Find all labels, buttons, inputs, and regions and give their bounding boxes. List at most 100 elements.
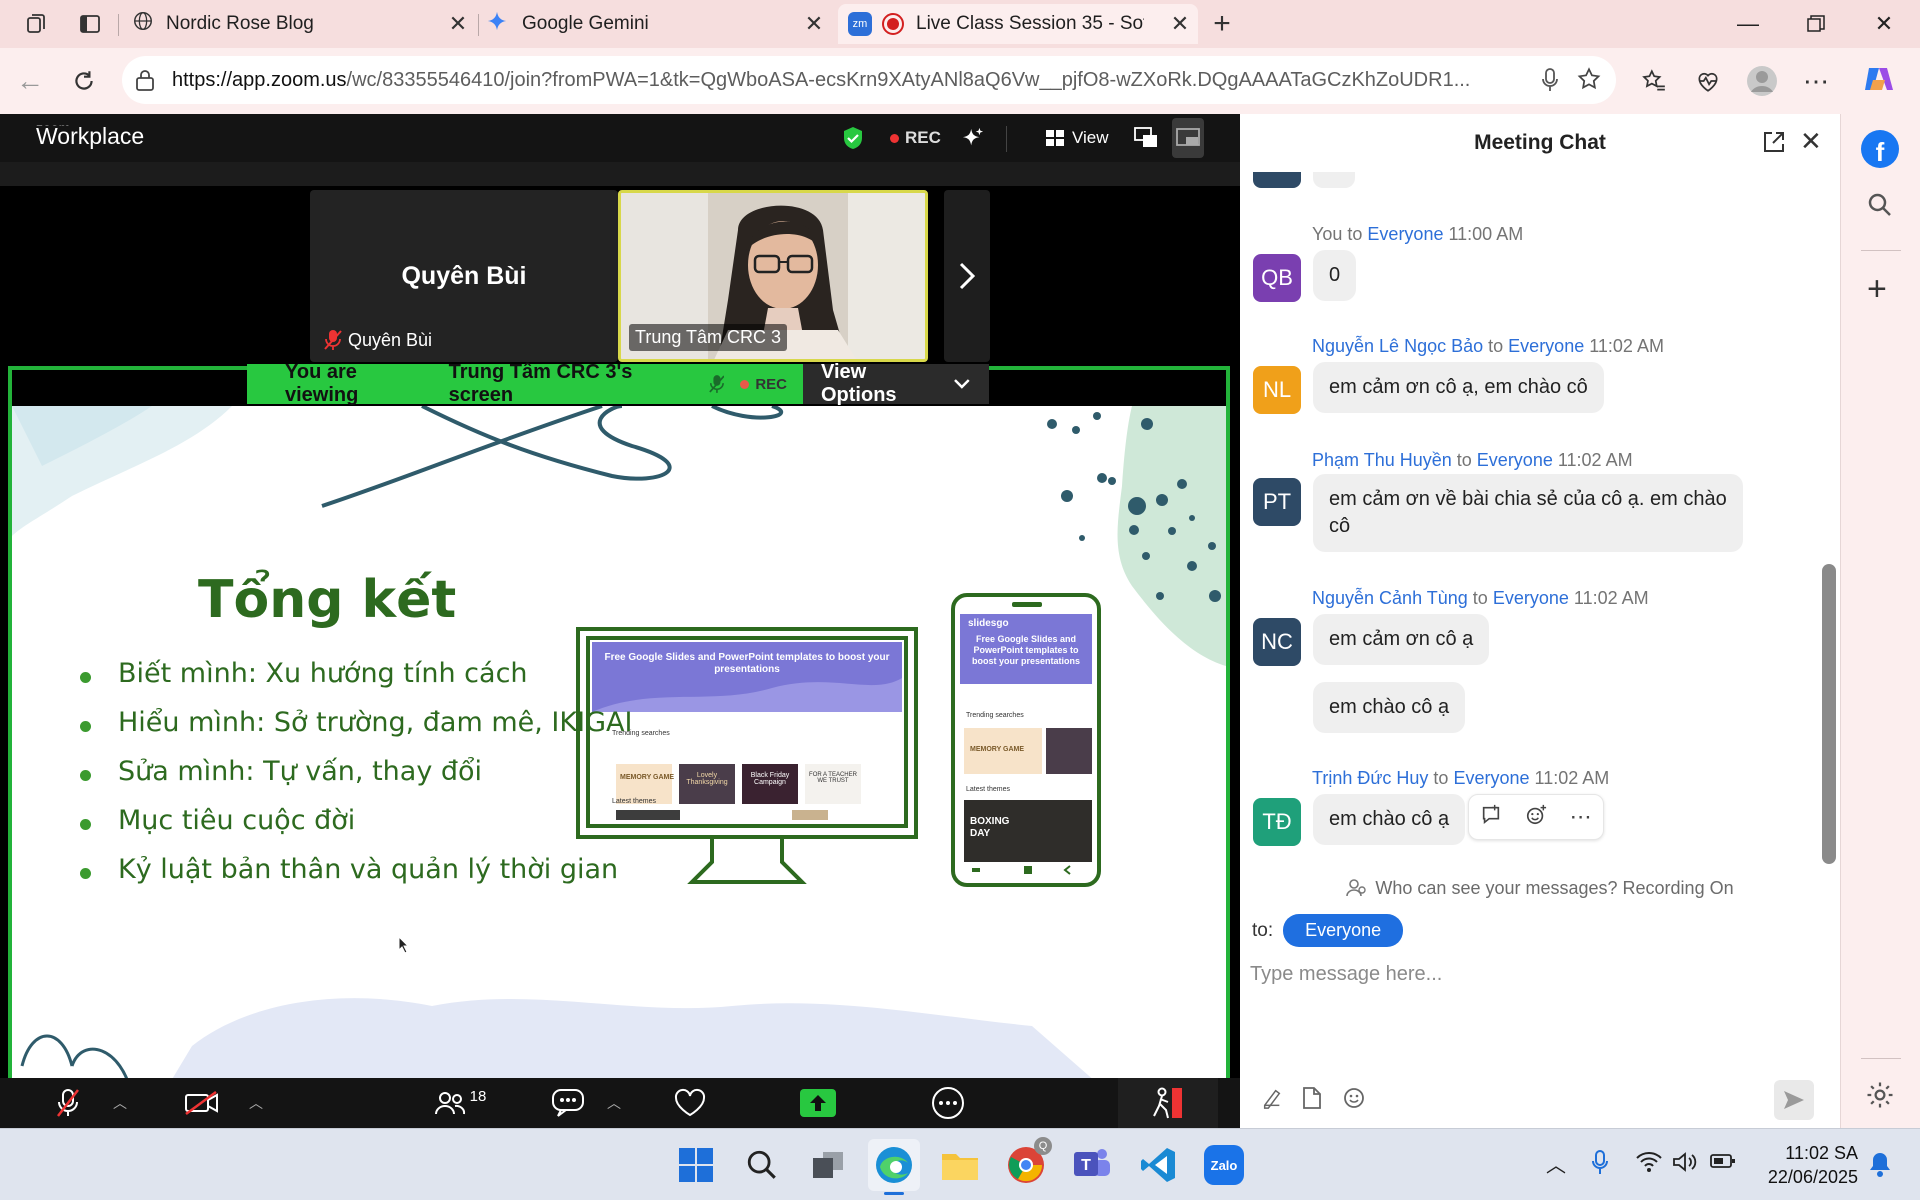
add-reaction-icon[interactable] bbox=[1525, 804, 1547, 831]
privacy-note[interactable]: Who can see your messages? Recording On bbox=[1240, 878, 1840, 908]
more-menu-icon[interactable]: ⋯ bbox=[1796, 61, 1836, 101]
close-icon[interactable]: ✕ bbox=[446, 11, 470, 36]
picture-in-picture-icon[interactable] bbox=[1134, 114, 1158, 162]
chat-button[interactable] bbox=[550, 1078, 586, 1128]
zalo-icon[interactable]: Zalo bbox=[1198, 1139, 1250, 1191]
attach-file-icon[interactable] bbox=[1294, 1080, 1330, 1116]
tab-google-gemini[interactable]: Google Gemini ✕ bbox=[484, 4, 832, 44]
settings-gear-icon[interactable] bbox=[1865, 1080, 1895, 1115]
zoom-meeting-area: zoom Workplace REC View bbox=[0, 114, 1240, 1128]
muted-mic-icon bbox=[708, 375, 725, 393]
message-meta: Nguyễn Cảnh Tùng to Everyone 11:02 AM bbox=[1312, 588, 1649, 608]
new-tab-button[interactable]: + bbox=[1204, 7, 1240, 40]
reactions-button[interactable] bbox=[670, 1078, 710, 1128]
message-input[interactable] bbox=[1250, 954, 1820, 994]
workspaces-icon[interactable] bbox=[18, 8, 54, 40]
minimize-button[interactable]: — bbox=[1716, 4, 1780, 44]
avatar[interactable]: PT bbox=[1253, 478, 1301, 526]
send-button[interactable] bbox=[1774, 1080, 1814, 1120]
system-clock[interactable]: 11:02 SA 22/06/2025 bbox=[1768, 1141, 1858, 1189]
recording-icon bbox=[882, 13, 904, 35]
chevron-right-icon bbox=[959, 262, 976, 290]
microphone-icon[interactable] bbox=[1590, 1149, 1610, 1182]
search-icon[interactable] bbox=[736, 1139, 788, 1191]
tab-actions-icon[interactable] bbox=[72, 8, 108, 40]
message-bubble[interactable]: em chào cô ạ bbox=[1313, 794, 1466, 845]
reply-thread-icon[interactable] bbox=[1480, 804, 1502, 831]
message-bubble[interactable]: 0 bbox=[1313, 250, 1357, 301]
pop-out-icon[interactable] bbox=[1762, 130, 1786, 159]
avatar[interactable]: NC bbox=[1253, 618, 1301, 666]
start-windows-icon[interactable] bbox=[670, 1139, 722, 1191]
tab-nordic-rose[interactable]: Nordic Rose Blog ✕ bbox=[126, 4, 476, 44]
restore-button[interactable] bbox=[1784, 4, 1848, 44]
profile-avatar[interactable] bbox=[1742, 61, 1782, 101]
view-options-button[interactable]: View Options bbox=[803, 361, 989, 406]
avatar[interactable]: NL bbox=[1253, 366, 1301, 414]
back-icon[interactable]: ← bbox=[10, 61, 50, 101]
close-chat-icon[interactable]: ✕ bbox=[1800, 126, 1822, 157]
notification-bell-icon[interactable] bbox=[1868, 1151, 1892, 1182]
fullscreen-toggle-icon[interactable] bbox=[1172, 118, 1204, 158]
start-video-button[interactable] bbox=[182, 1078, 222, 1128]
tab-separator bbox=[118, 14, 119, 36]
encryption-shield-icon[interactable] bbox=[842, 114, 864, 162]
slide-bullet-list: Biết mình: Xu hướng tính cách Hiểu mình:… bbox=[56, 658, 632, 903]
audio-options-chevron[interactable]: ︿ bbox=[110, 1078, 130, 1128]
facebook-icon[interactable]: f bbox=[1861, 130, 1899, 168]
recording-indicator[interactable]: REC bbox=[890, 114, 941, 162]
leave-button[interactable] bbox=[1118, 1078, 1218, 1128]
search-icon[interactable] bbox=[1865, 190, 1895, 225]
avatar[interactable]: TĐ bbox=[1253, 798, 1301, 846]
copilot-icon[interactable] bbox=[1858, 59, 1898, 99]
refresh-icon[interactable] bbox=[64, 61, 104, 101]
file-explorer-icon[interactable] bbox=[934, 1139, 986, 1191]
next-participants-button[interactable] bbox=[944, 190, 990, 362]
mute-button[interactable] bbox=[50, 1078, 86, 1128]
participant-tile-trung-tam-crc3[interactable]: Trung Tâm CRC 3 bbox=[618, 190, 928, 362]
participant-tile-quyen-bui[interactable]: Quyên Bùi Quyên Bùi bbox=[310, 190, 618, 362]
meeting-chat-panel: Meeting Chat ✕ You to Everyone 11:00 AM … bbox=[1240, 114, 1840, 1128]
message-bubble[interactable]: em cảm ơn về bài chia sẻ của cô ạ. em ch… bbox=[1313, 474, 1743, 552]
emoji-icon[interactable] bbox=[1336, 1080, 1372, 1116]
task-view-icon[interactable] bbox=[802, 1139, 854, 1191]
close-icon[interactable]: ✕ bbox=[1168, 11, 1192, 36]
muted-mic-icon bbox=[324, 330, 342, 350]
share-screen-button[interactable] bbox=[800, 1078, 836, 1128]
message-bubble[interactable]: em chào cô ạ bbox=[1313, 682, 1466, 733]
star-icon[interactable] bbox=[1576, 66, 1602, 97]
message-bubble[interactable]: em cảm ơn cô ạ bbox=[1313, 614, 1490, 665]
vscode-icon[interactable] bbox=[1132, 1139, 1184, 1191]
show-hidden-icons-chevron[interactable]: ︿ bbox=[1546, 1149, 1566, 1178]
close-icon[interactable]: ✕ bbox=[802, 11, 826, 36]
view-button[interactable]: View bbox=[1046, 114, 1109, 162]
visibility-person-icon bbox=[1346, 879, 1367, 897]
participants-button[interactable]: 18 bbox=[430, 1078, 490, 1128]
edge-browser-icon[interactable] bbox=[868, 1139, 920, 1195]
address-field[interactable]: https://app.zoom.us/wc/83355546410/join?… bbox=[122, 56, 1616, 104]
video-options-chevron[interactable]: ︿ bbox=[246, 1078, 266, 1128]
chat-icon bbox=[552, 1089, 584, 1117]
chat-scrollbar[interactable] bbox=[1822, 564, 1836, 864]
chrome-icon[interactable]: Q bbox=[1000, 1137, 1052, 1191]
format-text-icon[interactable] bbox=[1254, 1080, 1290, 1116]
favorites-icon[interactable] bbox=[1634, 61, 1674, 101]
close-window-button[interactable]: ✕ bbox=[1852, 4, 1916, 44]
add-sidebar-app-button[interactable]: + bbox=[1867, 272, 1887, 306]
ai-companion-icon[interactable] bbox=[962, 114, 984, 162]
wifi-icon[interactable] bbox=[1636, 1151, 1662, 1178]
shared-screen[interactable]: Free Google Slides and PowerPoint templa… bbox=[8, 366, 1230, 1092]
battery-icon[interactable] bbox=[1710, 1153, 1736, 1174]
browser-essentials-icon[interactable] bbox=[1688, 61, 1728, 101]
more-actions-icon[interactable]: ⋯ bbox=[1570, 804, 1592, 830]
more-button[interactable] bbox=[928, 1078, 968, 1128]
message-bubble[interactable]: em cảm ơn cô ạ, em chào cô bbox=[1313, 362, 1604, 413]
chat-options-chevron[interactable]: ︿ bbox=[604, 1078, 624, 1128]
avatar[interactable]: QB bbox=[1253, 254, 1301, 302]
tab-live-class[interactable]: zm Live Class Session 35 - Soft s ✕ bbox=[838, 4, 1198, 44]
volume-icon[interactable] bbox=[1672, 1151, 1698, 1178]
zoom-workplace-logo: zoom Workplace bbox=[36, 120, 145, 149]
recipient-select[interactable]: Everyone bbox=[1283, 914, 1404, 947]
teams-icon[interactable]: T bbox=[1066, 1139, 1118, 1191]
microphone-icon[interactable] bbox=[1540, 67, 1560, 98]
